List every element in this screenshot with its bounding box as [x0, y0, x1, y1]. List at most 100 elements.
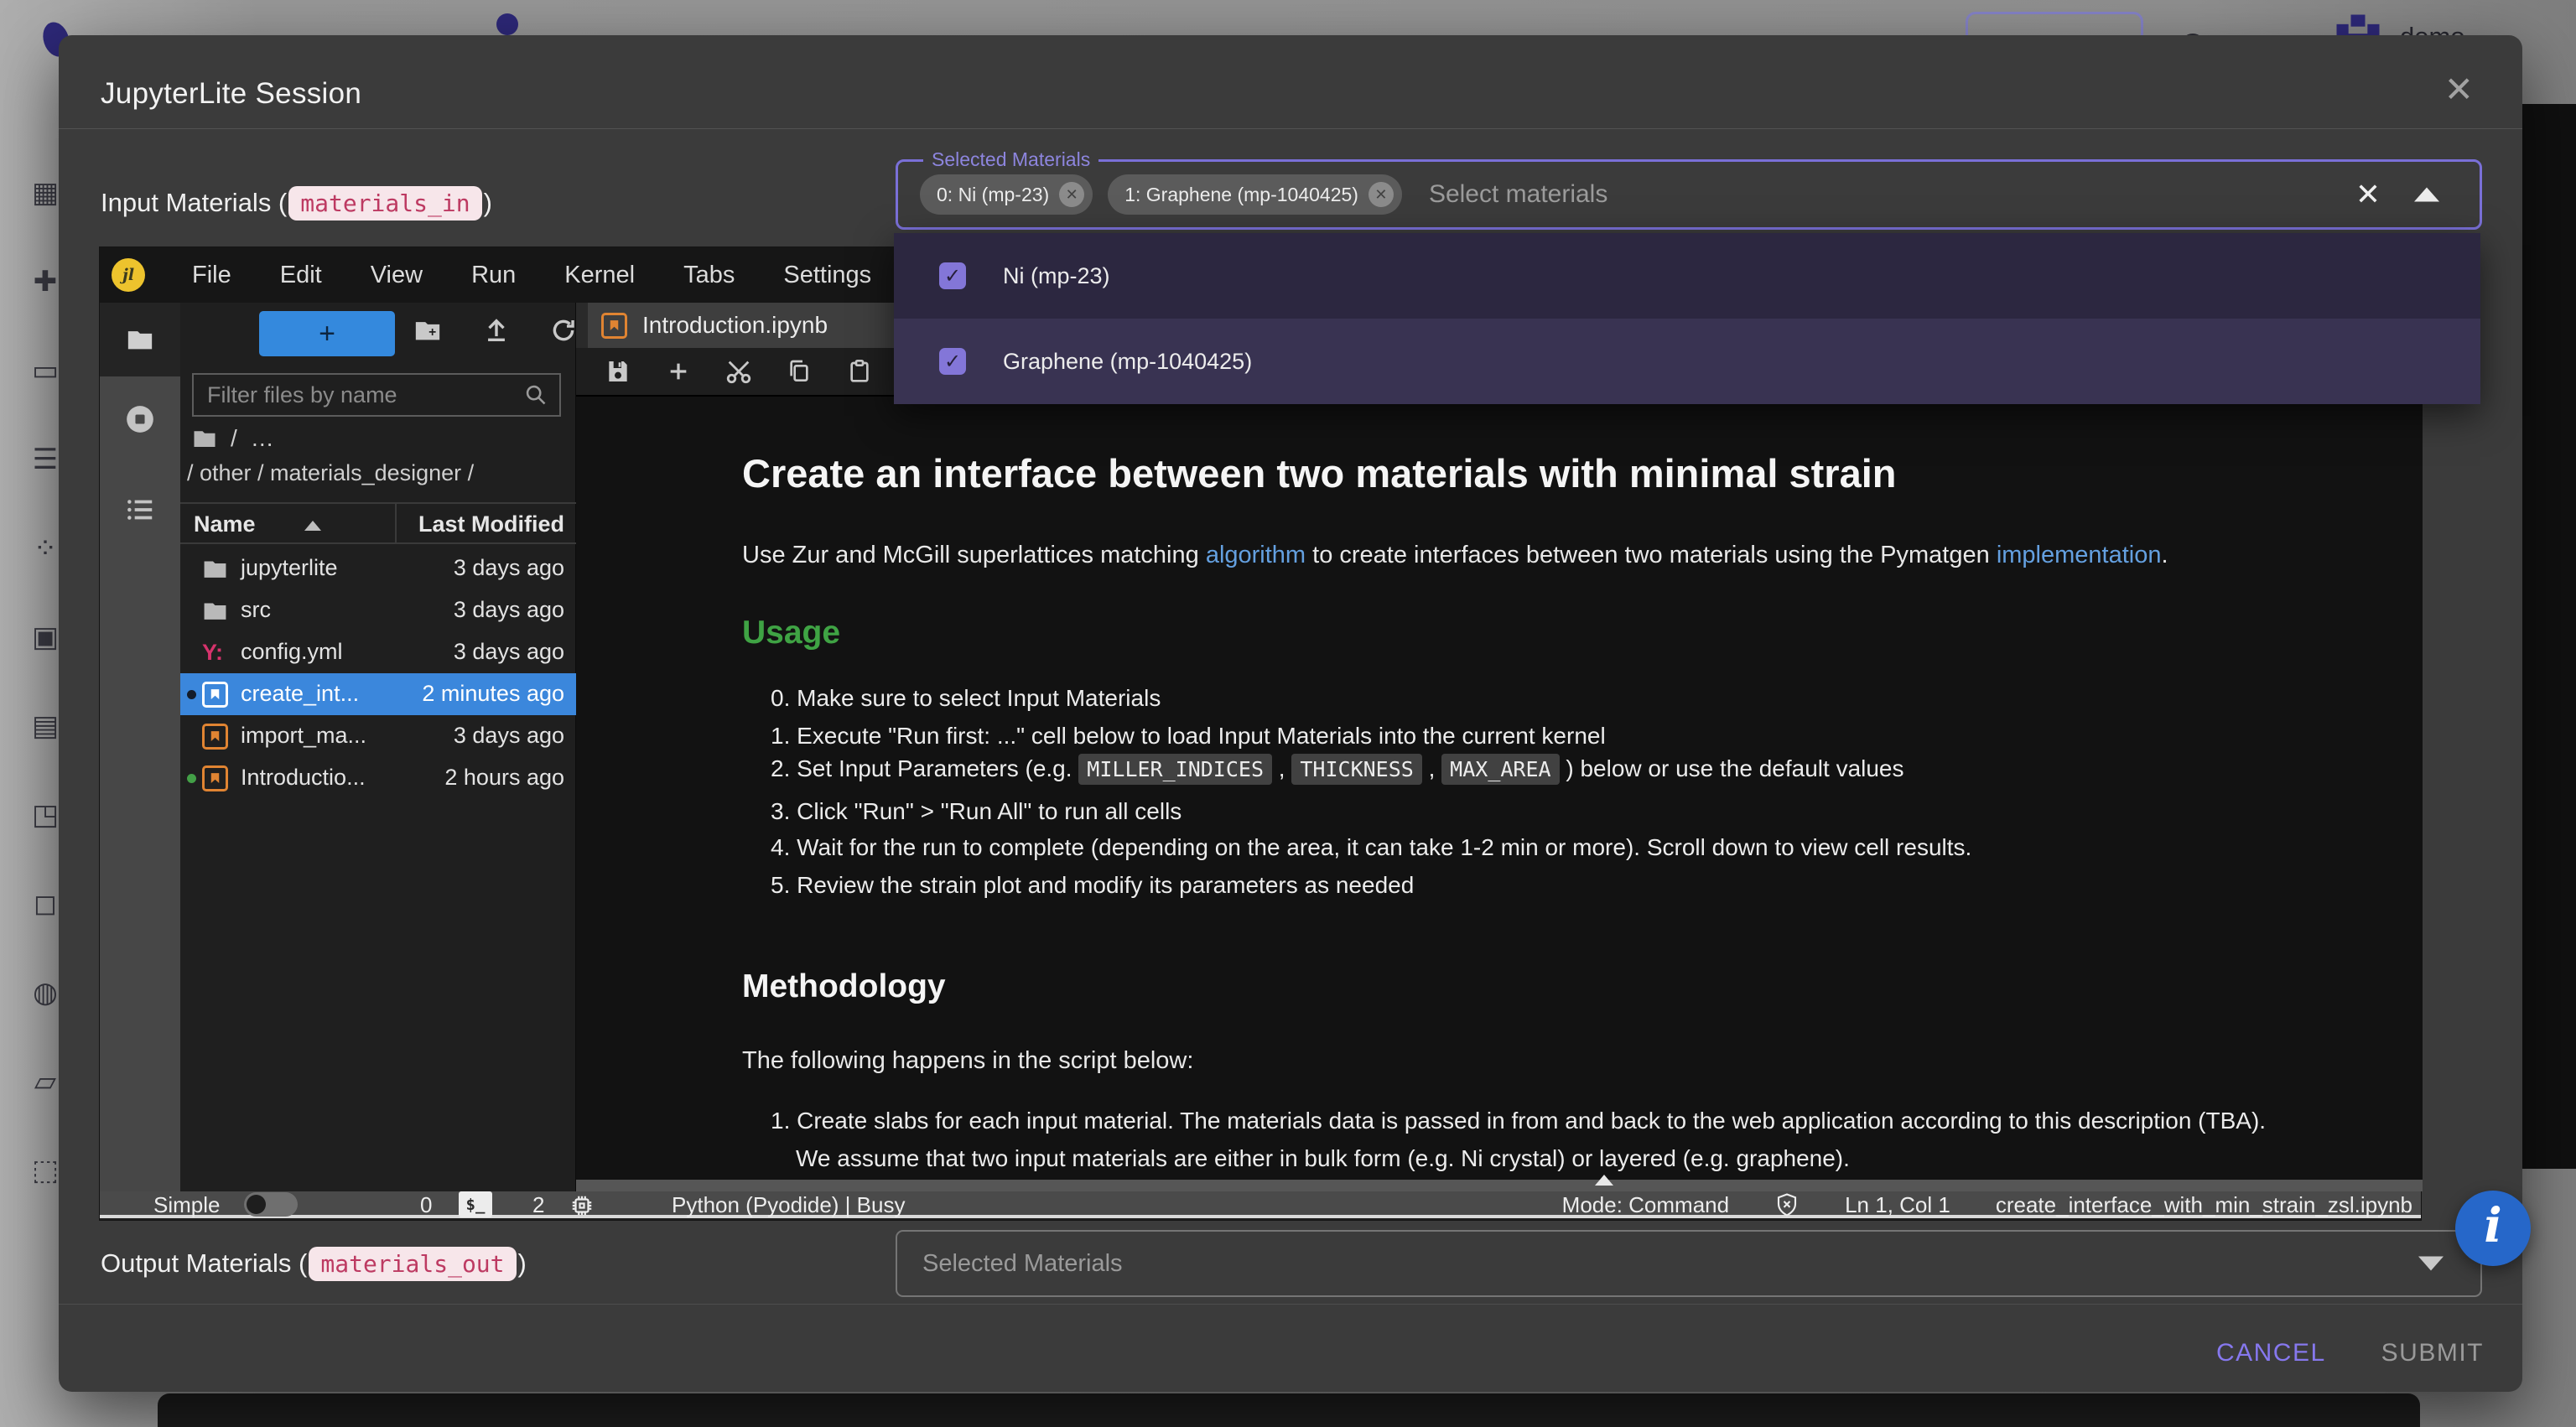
file-browser-panel: + + / … / other — [180, 303, 576, 1191]
breadcrumb-ellipsis[interactable]: … — [251, 425, 274, 452]
home-folder-icon[interactable] — [192, 426, 217, 451]
mode-indicator[interactable]: Mode: Command — [1562, 1192, 1729, 1218]
cut-cells-icon[interactable] — [724, 357, 754, 386]
expand-caret-icon[interactable] — [2418, 1257, 2444, 1271]
file-row-create-interface[interactable]: create_int... 2 minutes ago — [180, 673, 576, 715]
info-button[interactable]: i — [2455, 1191, 2531, 1266]
add-cell-icon[interactable] — [663, 358, 693, 385]
output-materials-label: Output Materials (materials_out) — [101, 1237, 527, 1290]
search-icon — [524, 383, 548, 407]
trust-shield-icon[interactable] — [1774, 1192, 1800, 1217]
max-area-code: MAX_AREA — [1441, 754, 1559, 785]
notebook-file-icon — [202, 724, 228, 750]
usage-item-1: 1. Execute "Run first: ..." cell below t… — [771, 723, 1606, 750]
material-option-graphene[interactable]: ✓ Graphene (mp-1040425) — [894, 319, 2480, 404]
material-chip[interactable]: 1: Graphene (mp-1040425) ✕ — [1108, 174, 1402, 215]
menu-run[interactable]: Run — [471, 262, 516, 289]
material-option-label: Ni (mp-23) — [1003, 263, 1110, 289]
info-icon: i — [2484, 1202, 2501, 1249]
usage-item-3: 3. Click "Run" > "Run All" to run all ce… — [771, 798, 1182, 825]
notebook-file-icon — [202, 765, 228, 791]
menu-file[interactable]: File — [192, 262, 231, 289]
column-name[interactable]: Name — [194, 511, 256, 537]
simple-mode-toggle[interactable] — [244, 1192, 298, 1217]
screen: ▦ ✚ ▭ ☰ ⁘ ▣ ▤ ◳ ◻ ◍ ▱ ⬚ demo JupyterLite… — [0, 0, 2576, 1427]
menu-kernel[interactable]: Kernel — [564, 262, 635, 289]
active-file-name: create_interface_with_min_strain_zsl.ipy… — [1996, 1192, 2412, 1218]
horizontal-scrollbar[interactable] — [576, 1180, 2423, 1191]
methodology-heading: Methodology — [742, 968, 946, 1005]
paste-cells-icon[interactable] — [844, 358, 875, 385]
breadcrumb-path[interactable]: / other / materials_designer / — [187, 460, 474, 486]
breadcrumb-root[interactable]: / — [231, 425, 237, 452]
materials-out-variable: materials_out — [309, 1247, 516, 1281]
material-chip[interactable]: 0: Ni (mp-23) ✕ — [920, 174, 1093, 215]
new-launcher-button[interactable]: + — [259, 311, 395, 356]
notebook-file-icon — [202, 682, 228, 708]
breadcrumb[interactable]: / … — [192, 425, 274, 452]
methodology-item-line1: 1. Create slabs for each input material.… — [771, 1108, 2266, 1134]
sort-ascending-icon[interactable] — [304, 521, 321, 531]
file-list-header: Name Last Modified — [180, 502, 576, 544]
output-materials-select[interactable]: Selected Materials — [896, 1230, 2482, 1297]
new-folder-icon[interactable]: + — [413, 316, 442, 349]
refresh-icon[interactable] — [549, 316, 578, 349]
menu-edit[interactable]: Edit — [280, 262, 322, 289]
chip-remove-icon[interactable]: ✕ — [1368, 182, 1394, 207]
input-materials-label: Input Materials (materials_in) — [101, 176, 492, 230]
column-divider — [395, 504, 397, 542]
chip-remove-icon[interactable]: ✕ — [1059, 182, 1084, 207]
terminals-count: 0 — [420, 1192, 432, 1218]
file-filter-input[interactable] — [205, 381, 524, 409]
submit-button[interactable]: SUBMIT — [2381, 1339, 2484, 1367]
file-row-config-yml[interactable]: Y: config.yml 3 days ago — [180, 631, 576, 673]
checkbox-checked-icon[interactable]: ✓ — [939, 348, 966, 375]
material-option-ni[interactable]: ✓ Ni (mp-23) — [894, 233, 2480, 319]
input-materials-label-text: Input Materials ( — [101, 188, 287, 218]
file-row-jupyterlite[interactable]: jupyterlite 3 days ago — [180, 547, 576, 589]
folder-icon — [202, 556, 228, 586]
menu-tabs[interactable]: Tabs — [683, 262, 735, 289]
sidebar-tab-running-sessions[interactable] — [100, 403, 180, 435]
output-materials-label-text: Output Materials ( — [101, 1248, 307, 1279]
menu-view[interactable]: View — [371, 262, 423, 289]
combobox-placeholder[interactable]: Select materials — [1429, 180, 1607, 209]
kernel-status[interactable]: Python (Pyodide) | Busy — [672, 1192, 905, 1218]
implementation-link[interactable]: implementation — [1997, 542, 2162, 568]
methodology-item-line2: We assume that two input materials are e… — [796, 1145, 1850, 1172]
scroll-up-icon[interactable] — [1595, 1175, 1613, 1186]
file-row-src[interactable]: src 3 days ago — [180, 589, 576, 631]
column-last-modified[interactable]: Last Modified — [418, 511, 564, 537]
save-icon[interactable] — [603, 358, 633, 385]
checkbox-checked-icon[interactable]: ✓ — [939, 262, 966, 289]
menu-settings[interactable]: Settings — [783, 262, 871, 289]
usage-item-4: 4. Wait for the run to complete (dependi… — [771, 834, 1971, 861]
cancel-button[interactable]: CANCEL — [2216, 1339, 2326, 1367]
terminal-icon[interactable]: $_ — [459, 1191, 492, 1217]
modal-footer: CANCEL SUBMIT — [2216, 1326, 2484, 1380]
sidebar-tab-table-of-contents[interactable] — [100, 494, 180, 526]
bg-content-area — [2521, 104, 2576, 1169]
thickness-code: THICKNESS — [1291, 754, 1421, 785]
notebook-pane: Introduction.ipynb — [576, 303, 2423, 1191]
cursor-position[interactable]: Ln 1, Col 1 — [1845, 1192, 1950, 1218]
algorithm-link[interactable]: algorithm — [1206, 542, 1306, 568]
clear-selection-icon[interactable]: ✕ — [2355, 179, 2381, 210]
file-row-introduction[interactable]: Introductio... 2 hours ago — [180, 757, 576, 799]
file-row-import-material[interactable]: import_ma... 3 days ago — [180, 715, 576, 757]
close-icon[interactable]: ✕ — [2444, 72, 2474, 107]
selected-materials-label: Selected Materials — [923, 148, 1098, 171]
sidebar-tab-filebrowser[interactable] — [100, 303, 180, 376]
selected-materials-combobox[interactable]: Selected Materials 0: Ni (mp-23) ✕ 1: Gr… — [896, 159, 2482, 230]
cpu-icon[interactable] — [569, 1193, 595, 1224]
file-filter-box[interactable] — [192, 373, 561, 417]
jupyterlite-logo-icon: jl — [112, 258, 145, 292]
tab-introduction-ipynb[interactable]: Introduction.ipynb — [588, 303, 895, 348]
copy-cells-icon[interactable] — [784, 358, 814, 385]
collapse-caret-icon[interactable] — [2414, 188, 2439, 202]
bg-app-logo-icon — [496, 13, 518, 35]
upload-icon[interactable] — [482, 316, 511, 349]
yaml-file-icon: Y: — [202, 640, 223, 666]
unsaved-dot-icon — [187, 690, 196, 699]
material-chip-label: 0: Ni (mp-23) — [937, 184, 1049, 206]
